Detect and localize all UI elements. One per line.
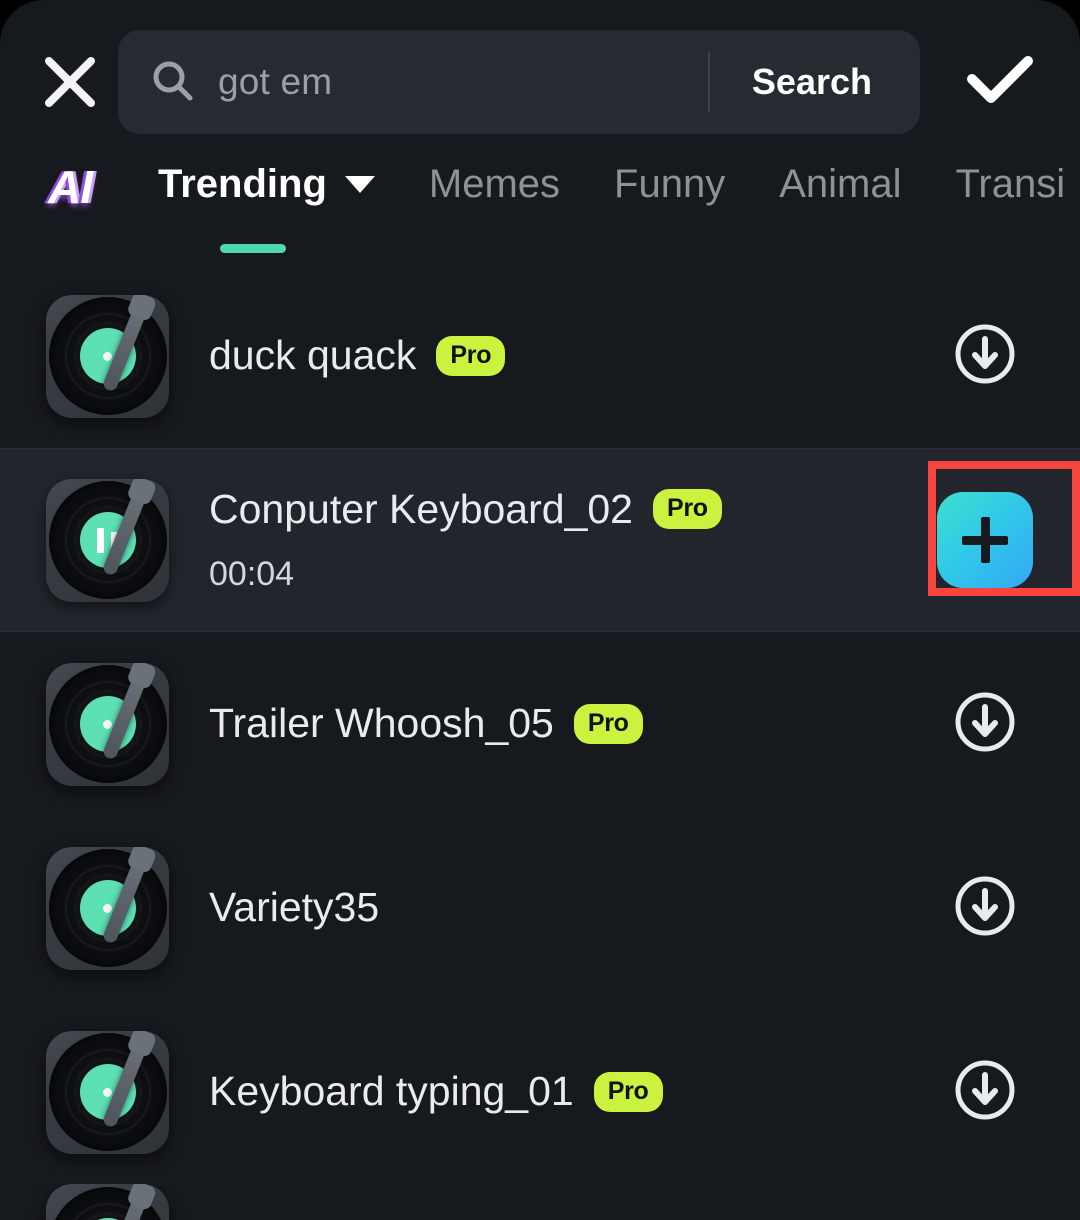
table-row[interactable]: Conputer Keyboard_02 Pro 00:04 bbox=[0, 448, 1080, 632]
close-icon bbox=[41, 53, 99, 111]
turntable-thumbnail[interactable] bbox=[46, 662, 169, 786]
close-button[interactable] bbox=[22, 53, 118, 111]
tab-label: Transi bbox=[955, 162, 1066, 206]
top-search-bar: got em Search bbox=[0, 0, 1080, 164]
title-line: Conputer Keyboard_02 Pro bbox=[209, 486, 890, 533]
download-icon bbox=[953, 874, 1017, 943]
download-icon bbox=[953, 1058, 1017, 1127]
spindle-dot bbox=[103, 719, 112, 729]
row-text: Variety35 bbox=[209, 884, 890, 931]
row-text: Keyboard typing_01 Pro bbox=[209, 1068, 890, 1115]
title-line: duck quack Pro bbox=[209, 332, 890, 379]
tab-list: Trending Memes Funny Animal Transi bbox=[158, 156, 1080, 253]
download-button[interactable] bbox=[890, 874, 1080, 943]
tab-memes[interactable]: Memes bbox=[429, 156, 560, 204]
tab-transition[interactable]: Transi bbox=[955, 156, 1065, 204]
table-row[interactable] bbox=[0, 1184, 1080, 1220]
search-button[interactable]: Search bbox=[752, 61, 872, 103]
app-screen: got em Search AI Trending Memes Funny An… bbox=[0, 0, 1080, 1220]
spindle-dot bbox=[103, 903, 112, 913]
tab-animal[interactable]: Animal bbox=[779, 156, 901, 204]
search-input[interactable]: got em bbox=[218, 61, 708, 103]
pro-badge: Pro bbox=[593, 1071, 663, 1112]
title-line: Trailer Whoosh_05 Pro bbox=[209, 700, 890, 747]
plus-vertical-bar bbox=[980, 517, 990, 563]
search-field[interactable]: got em Search bbox=[118, 30, 920, 134]
turntable-thumbnail[interactable] bbox=[46, 1184, 169, 1220]
table-row[interactable]: duck quack Pro bbox=[0, 264, 1080, 448]
sound-list[interactable]: duck quack Pro Conputer Keyboard_02 Pro … bbox=[0, 264, 1080, 1220]
search-divider bbox=[707, 51, 710, 113]
tab-active-underline bbox=[220, 244, 286, 253]
turntable-thumbnail[interactable] bbox=[46, 1030, 169, 1154]
spindle-dot bbox=[103, 351, 112, 361]
pro-badge: Pro bbox=[652, 489, 722, 530]
tab-label: Animal bbox=[779, 162, 902, 206]
spindle-dot bbox=[103, 1087, 112, 1097]
sound-title: Trailer Whoosh_05 bbox=[209, 700, 554, 747]
tab-label: Funny bbox=[614, 162, 726, 206]
download-button[interactable] bbox=[890, 1058, 1080, 1127]
title-line: Variety35 bbox=[209, 884, 890, 931]
title-line: Keyboard typing_01 Pro bbox=[209, 1068, 890, 1115]
turntable-thumbnail[interactable] bbox=[46, 294, 169, 418]
search-icon bbox=[150, 59, 196, 105]
sound-title: duck quack bbox=[209, 332, 417, 379]
category-tabs: AI Trending Memes Funny Animal Transi bbox=[0, 156, 1080, 264]
pro-badge: Pro bbox=[436, 335, 506, 376]
duration-label: 00:04 bbox=[209, 555, 295, 594]
row-text: Conputer Keyboard_02 Pro 00:04 bbox=[209, 486, 890, 594]
download-icon bbox=[953, 322, 1017, 391]
add-sound-button[interactable] bbox=[890, 492, 1080, 588]
check-icon bbox=[964, 51, 1036, 114]
row-text: duck quack Pro bbox=[209, 332, 890, 379]
tab-label: Memes bbox=[428, 162, 561, 206]
download-button[interactable] bbox=[890, 322, 1080, 391]
row-text: Trailer Whoosh_05 Pro bbox=[209, 700, 890, 747]
confirm-button[interactable] bbox=[920, 51, 1080, 114]
plus-icon[interactable] bbox=[937, 492, 1033, 588]
download-button[interactable] bbox=[890, 690, 1080, 759]
sound-title: Conputer Keyboard_02 bbox=[209, 485, 633, 532]
turntable-thumbnail[interactable] bbox=[46, 478, 169, 602]
pro-badge: Pro bbox=[573, 703, 643, 744]
turntable-thumbnail[interactable] bbox=[46, 846, 169, 970]
ai-logo[interactable]: AI bbox=[48, 164, 93, 210]
sound-title: Variety35 bbox=[209, 884, 380, 931]
chevron-down-icon[interactable] bbox=[344, 175, 375, 193]
tab-funny[interactable]: Funny bbox=[614, 156, 725, 204]
table-row[interactable]: Variety35 bbox=[0, 816, 1080, 1000]
table-row[interactable]: Trailer Whoosh_05 Pro bbox=[0, 632, 1080, 816]
download-icon bbox=[953, 690, 1017, 759]
table-row[interactable]: Keyboard typing_01 Pro bbox=[0, 1000, 1080, 1184]
tab-label: Trending bbox=[158, 162, 327, 206]
tab-trending[interactable]: Trending bbox=[158, 156, 375, 253]
sound-title: Keyboard typing_01 bbox=[209, 1068, 574, 1115]
